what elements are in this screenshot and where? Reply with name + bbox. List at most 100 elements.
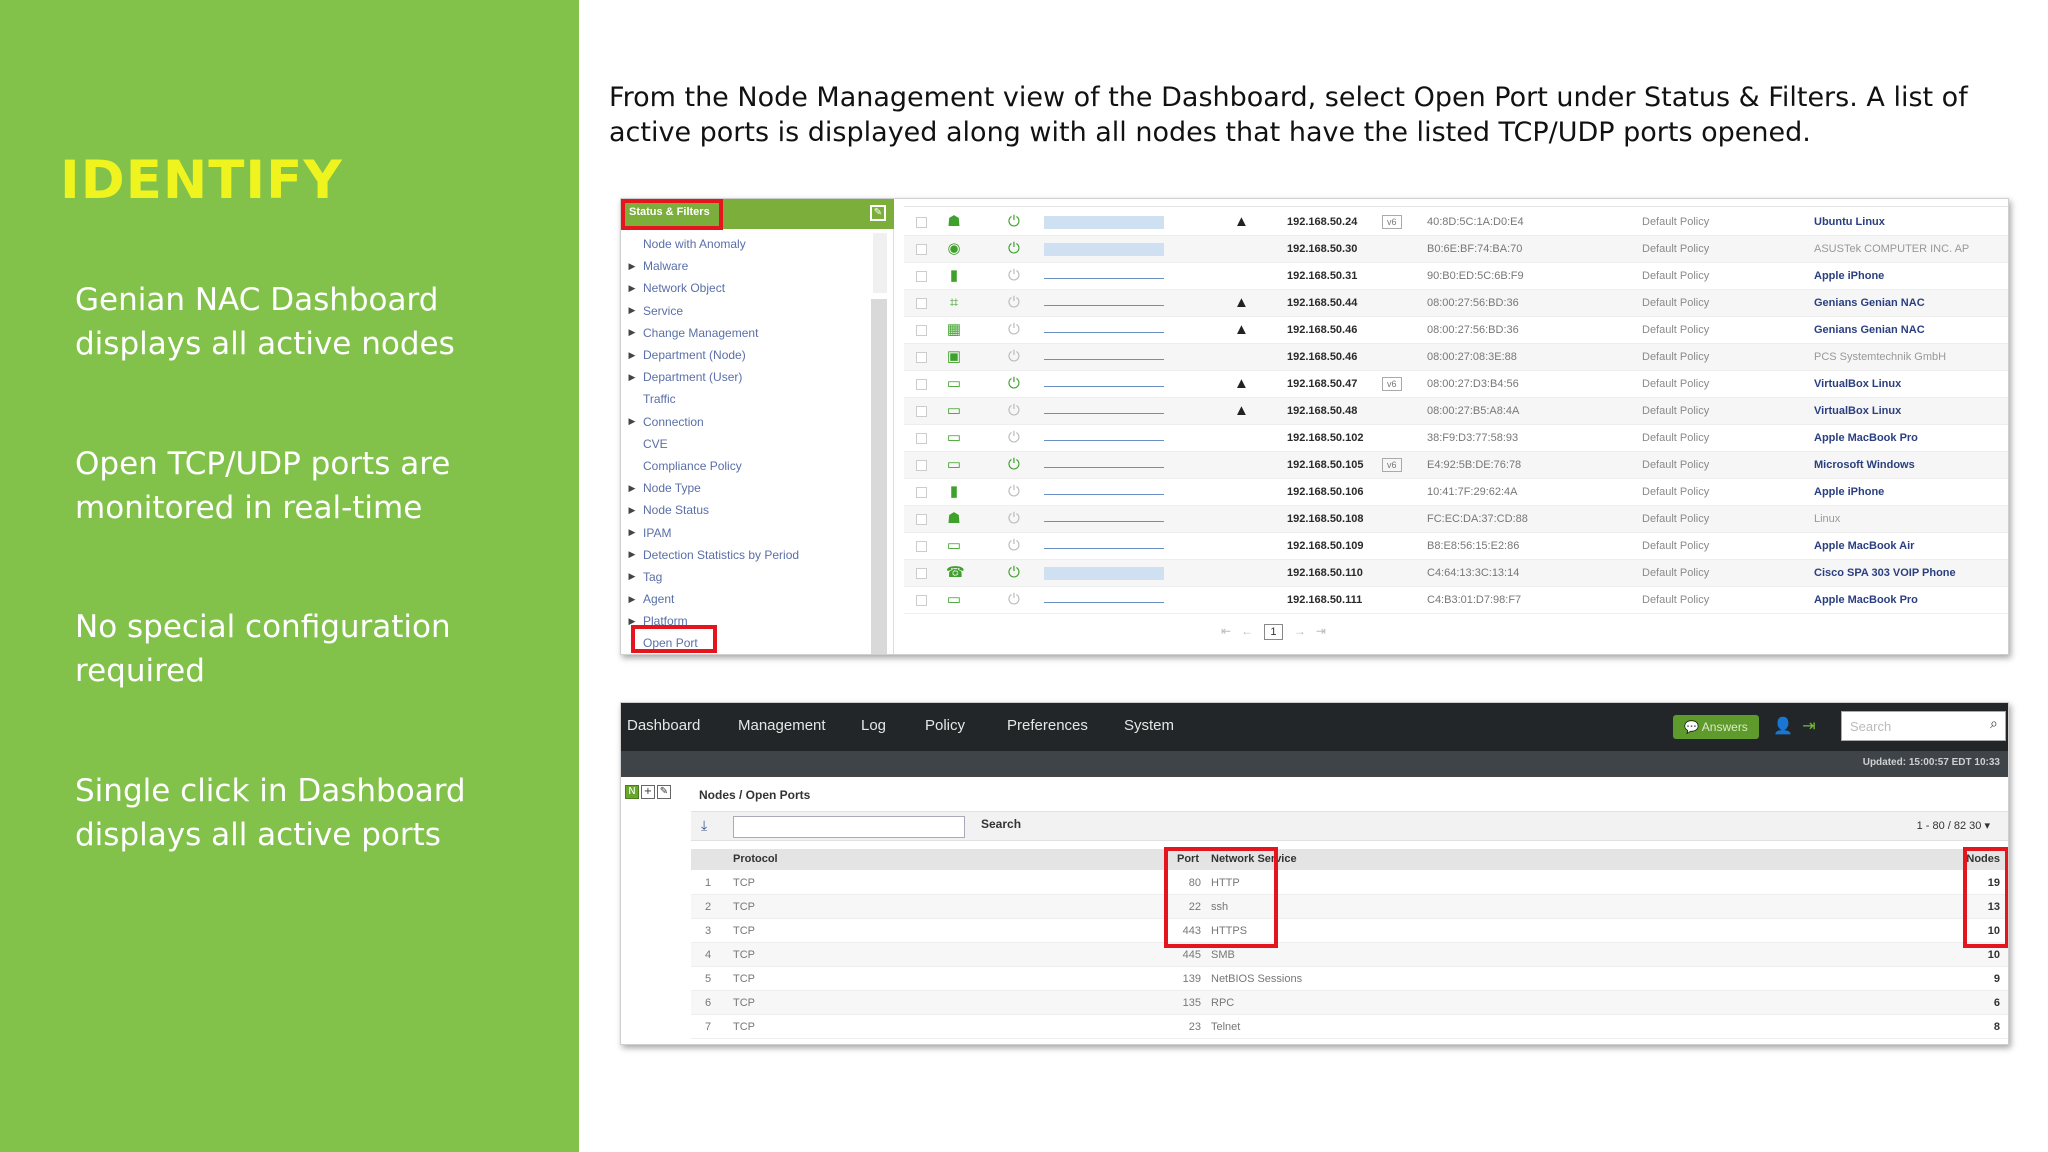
filter-scrollbar[interactable]: [871, 299, 887, 654]
row-checkbox[interactable]: [916, 244, 927, 255]
nav-log[interactable]: Log: [861, 717, 886, 734]
search-button[interactable]: Search: [981, 817, 1021, 831]
filter-item[interactable]: ▶ Service: [621, 300, 876, 322]
node-ip[interactable]: 192.168.50.102: [1287, 432, 1363, 444]
row-checkbox[interactable]: [916, 325, 927, 336]
port-row[interactable]: 6 TCP 135 RPC 6: [691, 991, 2008, 1015]
header-protocol[interactable]: Protocol: [733, 853, 778, 865]
node-ip[interactable]: 192.168.50.106: [1287, 486, 1363, 498]
port-row[interactable]: 1 TCP 80 HTTP 19: [691, 871, 2008, 895]
last-page-icon[interactable]: ⇥: [1316, 624, 1326, 638]
node-ip[interactable]: 192.168.50.31: [1287, 270, 1357, 282]
node-row[interactable]: ▣ ⏻ 192.168.50.46 08:00:27:08:3E:88 Default …: [904, 344, 2008, 371]
filter-item[interactable]: ▶ Network Object: [621, 277, 876, 299]
port-row[interactable]: 5 TCP 139 NetBIOS Sessions 9: [691, 967, 2008, 991]
row-checkbox[interactable]: [916, 298, 927, 309]
node-row[interactable]: ▦ ⏻ ▲ 192.168.50.46 08:00:27:56:BD:36 Default…: [904, 317, 2008, 344]
logout-icon[interactable]: ⇥: [1799, 716, 1819, 736]
node-row[interactable]: ▭ ⏻ 192.168.50.102 38:F9:D3:77:58:93 Default…: [904, 425, 2008, 452]
row-checkbox[interactable]: [916, 460, 927, 471]
node-ip[interactable]: 192.168.50.110: [1287, 567, 1363, 579]
port-node-count[interactable]: 10: [1988, 949, 2000, 961]
node-row[interactable]: ▭ ⏻ 192.168.50.109 B8:E8:56:15:E2:86 Default…: [904, 533, 2008, 560]
node-ip[interactable]: 192.168.50.111: [1287, 594, 1362, 606]
node-ip[interactable]: 192.168.50.44: [1287, 297, 1357, 309]
node-row[interactable]: ☗ ⏻ ▲ 192.168.50.24 v6 40:8D:5C:1A:D0:E4 Defau…: [904, 209, 2008, 236]
current-page[interactable]: 1: [1264, 624, 1283, 640]
row-checkbox[interactable]: [916, 595, 927, 606]
prev-page-icon[interactable]: ←: [1241, 624, 1253, 638]
filter-item[interactable]: ▶ Department (Node): [621, 344, 876, 366]
filter-item[interactable]: ▶ IPAM: [621, 521, 876, 543]
row-checkbox[interactable]: [916, 217, 927, 228]
row-checkbox[interactable]: [916, 271, 927, 282]
node-icon[interactable]: N: [625, 785, 639, 799]
next-page-icon[interactable]: →: [1294, 624, 1306, 638]
filter-item[interactable]: ▶ Connection: [621, 411, 876, 433]
filter-item[interactable]: ▶ Malware: [621, 255, 876, 277]
node-row[interactable]: ▮ ⏻ 192.168.50.106 10:41:7F:29:62:4A Default…: [904, 479, 2008, 506]
node-ip[interactable]: 192.168.50.48: [1287, 405, 1357, 417]
first-page-icon[interactable]: ⇤: [1221, 624, 1231, 638]
filter-item[interactable]: ▶ Node Status: [621, 499, 876, 521]
node-ip[interactable]: 192.168.50.108: [1287, 513, 1363, 525]
row-checkbox[interactable]: [916, 541, 927, 552]
filter-item[interactable]: ▶ Detection Statistics by Period: [621, 544, 876, 566]
answers-button[interactable]: 💬 Answers: [1673, 715, 1759, 739]
row-checkbox[interactable]: [916, 514, 927, 525]
nav-management[interactable]: Management: [738, 717, 826, 734]
row-checkbox[interactable]: [916, 433, 927, 444]
edit-icon[interactable]: ✎: [657, 785, 671, 799]
search-input[interactable]: Search: [1841, 711, 2006, 741]
node-ip[interactable]: 192.168.50.24: [1287, 216, 1357, 228]
filter-item[interactable]: Traffic: [621, 388, 876, 410]
filter-item[interactable]: CVE: [621, 433, 876, 455]
edit-icon[interactable]: ✎: [870, 205, 886, 221]
node-ip[interactable]: 192.168.50.30: [1287, 243, 1357, 255]
node-row[interactable]: ◉ ⏻ 192.168.50.30 B0:6E:BF:74:BA:70 Default …: [904, 236, 2008, 263]
filter-item[interactable]: ▶ Tag: [621, 566, 876, 588]
filter-item[interactable]: ▶ Node Type: [621, 477, 876, 499]
node-row[interactable]: ▮ ⏻ 192.168.50.31 90:B0:ED:5C:6B:F9 Default …: [904, 263, 2008, 290]
add-icon[interactable]: +: [641, 785, 655, 799]
search-icon[interactable]: ⌕: [1990, 716, 1998, 732]
row-checkbox[interactable]: [916, 406, 927, 417]
port-row[interactable]: 2 TCP 22 ssh 13: [691, 895, 2008, 919]
node-row[interactable]: ⌗ ⏻ ▲ 192.168.50.44 08:00:27:56:BD:36 Default…: [904, 290, 2008, 317]
row-checkbox[interactable]: [916, 379, 927, 390]
filter-item[interactable]: Node with Anomaly: [621, 233, 876, 255]
filter-item[interactable]: ▶ Department (User): [621, 366, 876, 388]
port-row[interactable]: 7 TCP 23 Telnet 8: [691, 1015, 2008, 1039]
node-ip[interactable]: 192.168.50.109: [1287, 540, 1363, 552]
node-row[interactable]: ▭ ⏻ ▲ 192.168.50.48 08:00:27:B5:A8:4A Default…: [904, 398, 2008, 425]
port-node-count[interactable]: 8: [1994, 1021, 2000, 1033]
row-checkbox[interactable]: [916, 487, 927, 498]
node-ip[interactable]: 192.168.50.46: [1287, 351, 1357, 363]
node-row[interactable]: ▭ ⏻ ▲ 192.168.50.47 v6 08:00:27:D3:B4:56 Defau…: [904, 371, 2008, 398]
node-platform: Apple MacBook Pro: [1814, 432, 1918, 444]
row-checkbox[interactable]: [916, 568, 927, 579]
download-icon[interactable]: ⤓: [701, 818, 707, 834]
filter-item[interactable]: ▶ Agent: [621, 588, 876, 610]
port-node-count[interactable]: 6: [1994, 997, 2000, 1009]
node-ip[interactable]: 192.168.50.46: [1287, 324, 1357, 336]
ports-search-input[interactable]: [733, 816, 965, 838]
nav-system[interactable]: System: [1124, 717, 1174, 734]
node-ip[interactable]: 192.168.50.105: [1287, 459, 1363, 471]
user-icon[interactable]: 👤: [1773, 716, 1793, 736]
node-row[interactable]: ☎ ⏻ 192.168.50.110 C4:64:13:3C:13:14 Default…: [904, 560, 2008, 587]
node-ip[interactable]: 192.168.50.47: [1287, 378, 1357, 390]
port-row[interactable]: 4 TCP 445 SMB 10: [691, 943, 2008, 967]
row-checkbox[interactable]: [916, 352, 927, 363]
port-row[interactable]: 3 TCP 443 HTTPS 10: [691, 919, 2008, 943]
port-node-count[interactable]: 9: [1994, 973, 2000, 985]
node-row[interactable]: ▭ ⏻ 192.168.50.111 C4:B3:01:D7:98:F7 Default…: [904, 587, 2008, 614]
pagination[interactable]: 1 - 80 / 82 30 ▾: [1917, 819, 1990, 832]
filter-item[interactable]: Compliance Policy: [621, 455, 876, 477]
nav-dashboard[interactable]: Dashboard: [627, 717, 700, 734]
node-row[interactable]: ☗ ⏻ 192.168.50.108 FC:EC:DA:37:CD:88 Default…: [904, 506, 2008, 533]
nav-policy[interactable]: Policy: [925, 717, 965, 734]
filter-item[interactable]: ▶ Change Management: [621, 322, 876, 344]
nav-preferences[interactable]: Preferences: [1007, 717, 1088, 734]
node-row[interactable]: ▭ ⏻ 192.168.50.105 v6 E4:92:5B:DE:76:78 Defau…: [904, 452, 2008, 479]
